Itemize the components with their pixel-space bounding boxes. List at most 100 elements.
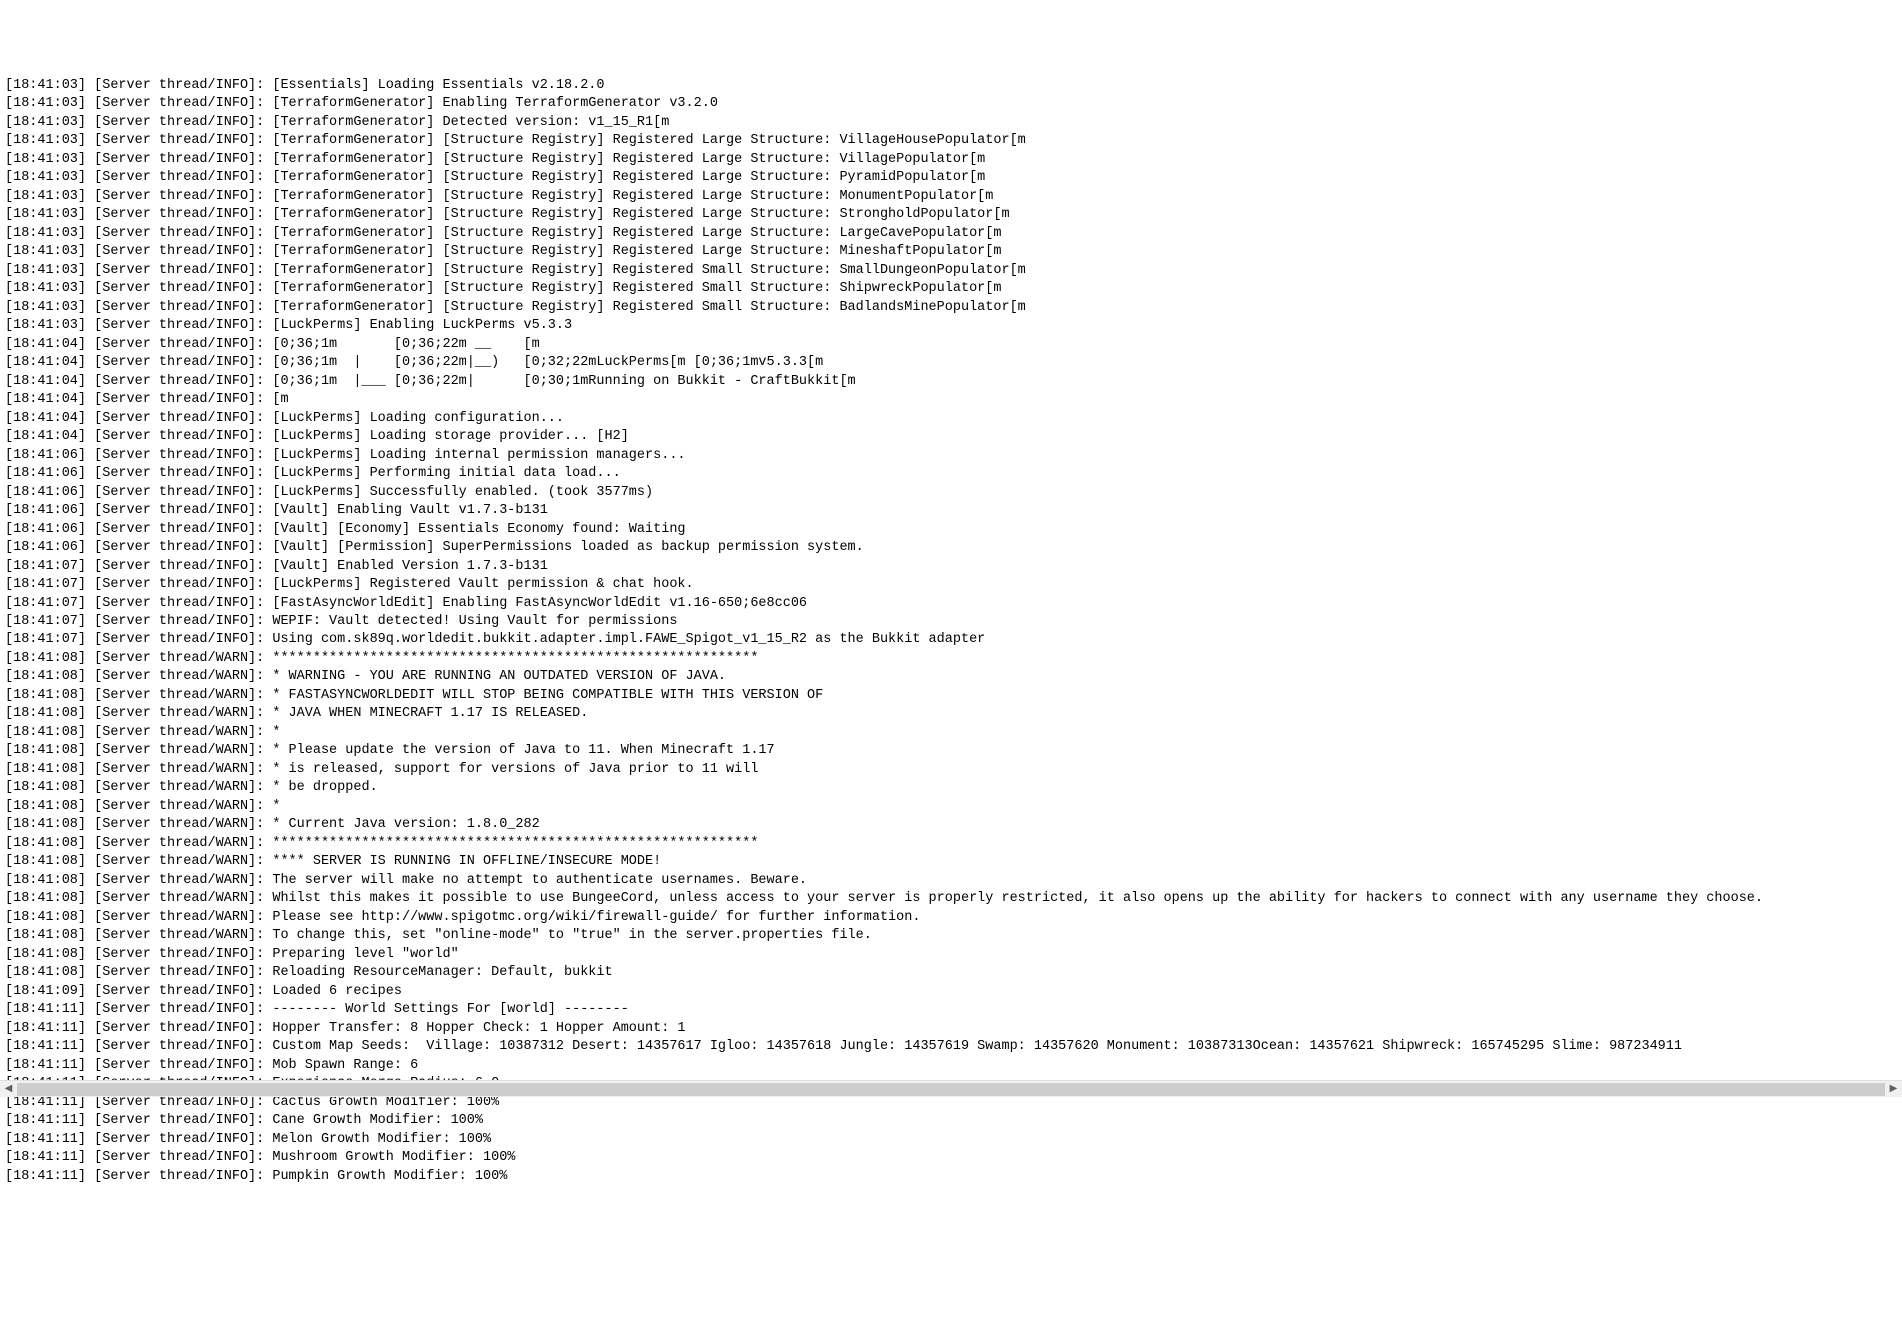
log-thread: [Server thread/INFO]: (86, 503, 264, 518)
log-thread: [Server thread/WARN]: (86, 891, 264, 906)
log-message: [Vault] Enabled Version 1.7.3-b131 (264, 559, 548, 574)
log-timestamp: [18:41:08] (5, 873, 86, 888)
log-message: Custom Map Seeds: Village: 10387312 Dese… (264, 1039, 1682, 1054)
log-timestamp: [18:41:11] (5, 1021, 86, 1036)
log-message: [TerraformGenerator] [Structure Registry… (264, 189, 993, 204)
log-line: [18:41:11] [Server thread/INFO]: -------… (5, 1001, 1897, 1019)
log-line: [18:41:03] [Server thread/INFO]: [Terraf… (5, 169, 1897, 187)
log-line: [18:41:08] [Server thread/WARN]: * WARNI… (5, 668, 1897, 686)
log-message: The server will make no attempt to authe… (264, 873, 807, 888)
log-timestamp: [18:41:06] (5, 503, 86, 518)
log-thread: [Server thread/INFO]: (86, 78, 264, 93)
log-message: [0;36;1m | [0;36;22m|__) [0;32;22mLuc… (264, 355, 823, 370)
log-thread: [Server thread/INFO]: (86, 984, 264, 999)
log-thread: [Server thread/WARN]: (86, 836, 264, 851)
log-message: [Vault] [Permission] SuperPermissions lo… (264, 540, 864, 555)
log-message: [LuckPerms] Performing initial data load… (264, 466, 620, 481)
log-timestamp: [18:41:03] (5, 300, 86, 315)
log-thread: [Server thread/WARN]: (86, 910, 264, 925)
log-timestamp: [18:41:07] (5, 559, 86, 574)
log-thread: [Server thread/INFO]: (86, 1169, 264, 1184)
log-message: Pumpkin Growth Modifier: 100% (264, 1169, 507, 1184)
log-line: [18:41:03] [Server thread/INFO]: [Terraf… (5, 225, 1897, 243)
log-thread: [Server thread/INFO]: (86, 300, 264, 315)
log-thread: [Server thread/INFO]: (86, 1058, 264, 1073)
log-line: [18:41:08] [Server thread/INFO]: Reloadi… (5, 964, 1897, 982)
log-line: [18:41:03] [Server thread/INFO]: [Terraf… (5, 280, 1897, 298)
scrollbar-thumb[interactable] (17, 1083, 1885, 1096)
log-line: [18:41:04] [Server thread/INFO]: [0;36;… (5, 354, 1897, 372)
log-thread: [Server thread/INFO]: (86, 374, 264, 389)
log-timestamp: [18:41:09] (5, 984, 86, 999)
log-timestamp: [18:41:03] (5, 96, 86, 111)
log-message: [LuckPerms] Successfully enabled. (took … (264, 485, 653, 500)
log-message: Preparing level "world" (264, 947, 458, 962)
log-line: [18:41:03] [Server thread/INFO]: [Terraf… (5, 151, 1897, 169)
log-message: [TerraformGenerator] [Structure Registry… (264, 244, 1001, 259)
log-thread: [Server thread/INFO]: (86, 947, 264, 962)
log-message: [TerraformGenerator] [Structure Registry… (264, 152, 985, 167)
log-thread: [Server thread/INFO]: (86, 263, 264, 278)
log-line: [18:41:08] [Server thread/WARN]: To chan… (5, 927, 1897, 945)
log-message: * Current Java version: 1.8.0_282 (264, 817, 539, 832)
log-timestamp: [18:41:03] (5, 133, 86, 148)
log-thread: [Server thread/INFO]: (86, 596, 264, 611)
log-message: Hopper Transfer: 8 Hopper Check: 1 Hoppe… (264, 1021, 685, 1036)
log-message: * WARNING - YOU ARE RUNNING AN OUTDATED … (264, 669, 726, 684)
horizontal-scrollbar[interactable]: ◀ ▶ (0, 1080, 1902, 1097)
log-message: * (264, 725, 280, 740)
log-message: WEPIF: Vault detected! Using Vault for p… (264, 614, 677, 629)
log-timestamp: [18:41:03] (5, 226, 86, 241)
log-line: [18:41:08] [Server thread/WARN]: * be dr… (5, 779, 1897, 797)
log-output[interactable]: [18:41:03] [Server thread/INFO]: [Essent… (5, 77, 1897, 1186)
log-line: [18:41:06] [Server thread/INFO]: [Vault]… (5, 539, 1897, 557)
log-line: [18:41:11] [Server thread/INFO]: Custom … (5, 1038, 1897, 1056)
log-thread: [Server thread/WARN]: (86, 743, 264, 758)
log-message: [TerraformGenerator] Detected version: v… (264, 115, 669, 130)
log-thread: [Server thread/INFO]: (86, 466, 264, 481)
log-line: [18:41:08] [Server thread/WARN]: Whilst … (5, 890, 1897, 908)
log-timestamp: [18:41:07] (5, 577, 86, 592)
log-timestamp: [18:41:03] (5, 152, 86, 167)
log-line: [18:41:08] [Server thread/WARN]: * Curre… (5, 816, 1897, 834)
log-timestamp: [18:41:11] (5, 1002, 86, 1017)
log-line: [18:41:04] [Server thread/INFO]: [0;36;… (5, 373, 1897, 391)
log-line: [18:41:08] [Server thread/WARN]: * Pleas… (5, 742, 1897, 760)
log-timestamp: [18:41:08] (5, 836, 86, 851)
log-line: [18:41:04] [Server thread/INFO]: [LuckPe… (5, 410, 1897, 428)
log-timestamp: [18:41:03] (5, 115, 86, 130)
log-thread: [Server thread/INFO]: (86, 1021, 264, 1036)
scroll-left-icon[interactable]: ◀ (0, 1081, 17, 1098)
log-message: Cane Growth Modifier: 100% (264, 1113, 483, 1128)
log-line: [18:41:03] [Server thread/INFO]: [Terraf… (5, 132, 1897, 150)
log-message: [0;36;1m [0;36;22m __ [m (264, 337, 539, 352)
log-message: Whilst this makes it possible to use Bun… (264, 891, 1763, 906)
log-line: [18:41:06] [Server thread/INFO]: [Vault]… (5, 502, 1897, 520)
scroll-right-icon[interactable]: ▶ (1885, 1081, 1902, 1098)
log-thread: [Server thread/WARN]: (86, 817, 264, 832)
log-message: ****************************************… (264, 836, 758, 851)
log-timestamp: [18:41:11] (5, 1132, 86, 1147)
log-message: -------- World Settings For [world] ----… (264, 1002, 629, 1017)
log-timestamp: [18:41:04] (5, 411, 86, 426)
log-thread: [Server thread/INFO]: (86, 448, 264, 463)
log-thread: [Server thread/INFO]: (86, 152, 264, 167)
log-timestamp: [18:41:11] (5, 1150, 86, 1165)
log-line: [18:41:08] [Server thread/INFO]: Prepari… (5, 946, 1897, 964)
log-thread: [Server thread/INFO]: (86, 1039, 264, 1054)
log-timestamp: [18:41:04] (5, 355, 86, 370)
log-timestamp: [18:41:06] (5, 485, 86, 500)
log-thread: [Server thread/INFO]: (86, 115, 264, 130)
log-thread: [Server thread/INFO]: (86, 1002, 264, 1017)
log-message: Please see http://www.spigotmc.org/wiki/… (264, 910, 920, 925)
log-line: [18:41:07] [Server thread/INFO]: [Vault]… (5, 558, 1897, 576)
log-message: [LuckPerms] Enabling LuckPerms v5.3.3 (264, 318, 572, 333)
log-line: [18:41:06] [Server thread/INFO]: [LuckPe… (5, 447, 1897, 465)
log-line: [18:41:03] [Server thread/INFO]: [Terraf… (5, 299, 1897, 317)
log-timestamp: [18:41:11] (5, 1169, 86, 1184)
log-timestamp: [18:41:03] (5, 78, 86, 93)
log-message: * Please update the version of Java to 1… (264, 743, 774, 758)
log-line: [18:41:11] [Server thread/INFO]: Melon G… (5, 1131, 1897, 1149)
log-thread: [Server thread/WARN]: (86, 688, 264, 703)
log-thread: [Server thread/WARN]: (86, 854, 264, 869)
